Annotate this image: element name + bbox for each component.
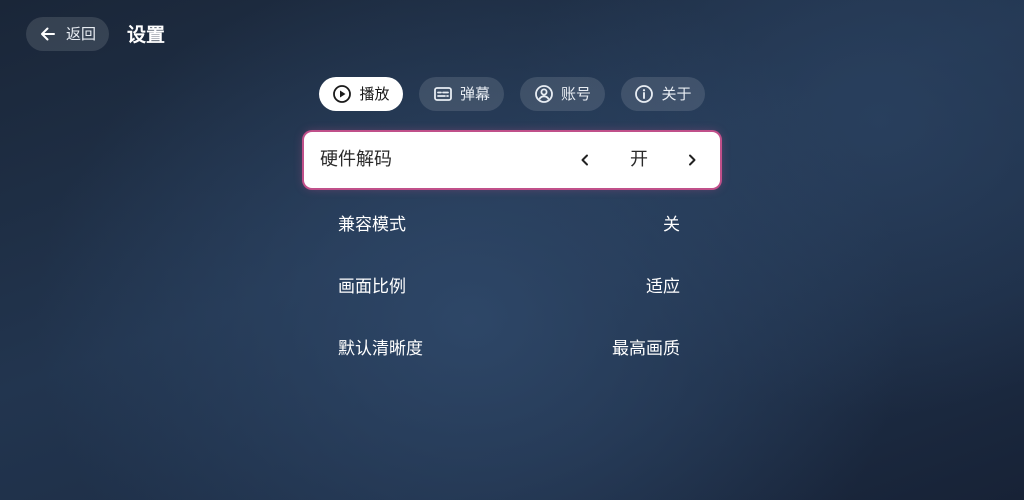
info-icon (634, 84, 654, 104)
danmaku-icon (433, 84, 453, 104)
setting-value: 最高画质 (612, 338, 680, 359)
account-icon (534, 84, 554, 104)
setting-hardware-decoding[interactable]: 硬件解码 开 (304, 132, 720, 188)
setting-value: 关 (663, 214, 680, 235)
chevron-right-icon[interactable] (684, 152, 700, 168)
settings-list: 硬件解码 开 兼容模式 关 画面比例 适应 默认清晰度 最高画质 (304, 132, 720, 380)
setting-label: 画面比例 (338, 276, 406, 297)
settings-page: 返回 设置 播放 弹幕 账号 关于 硬件解码 开 兼容模式 关 画面比例 适应 … (0, 0, 1024, 500)
back-button[interactable]: 返回 (26, 17, 109, 51)
setting-label: 兼容模式 (338, 214, 406, 235)
tab-danmaku-label: 弹幕 (459, 84, 490, 103)
setting-default-quality[interactable]: 默认清晰度 最高画质 (304, 318, 720, 380)
tab-about-label: 关于 (661, 84, 692, 103)
tab-danmaku[interactable]: 弹幕 (419, 77, 504, 111)
setting-compat-mode[interactable]: 兼容模式 关 (304, 194, 720, 256)
setting-value: 开 (630, 149, 648, 170)
setting-label: 硬件解码 (320, 149, 392, 170)
tab-play-label: 播放 (359, 84, 390, 103)
arrow-left-icon (39, 25, 57, 43)
setting-value: 适应 (646, 276, 680, 297)
chevron-left-icon[interactable] (577, 152, 593, 168)
setting-label: 默认清晰度 (338, 338, 423, 359)
tab-play[interactable]: 播放 (319, 77, 403, 111)
tab-account-label: 账号 (560, 84, 591, 103)
tab-about[interactable]: 关于 (621, 77, 705, 111)
tab-account[interactable]: 账号 (520, 77, 605, 111)
back-button-label: 返回 (66, 24, 97, 43)
settings-tabs: 播放 弹幕 账号 关于 (0, 77, 1024, 111)
setting-aspect-ratio[interactable]: 画面比例 适应 (304, 256, 720, 318)
page-title: 设置 (127, 24, 166, 46)
play-circle-icon (332, 84, 352, 104)
